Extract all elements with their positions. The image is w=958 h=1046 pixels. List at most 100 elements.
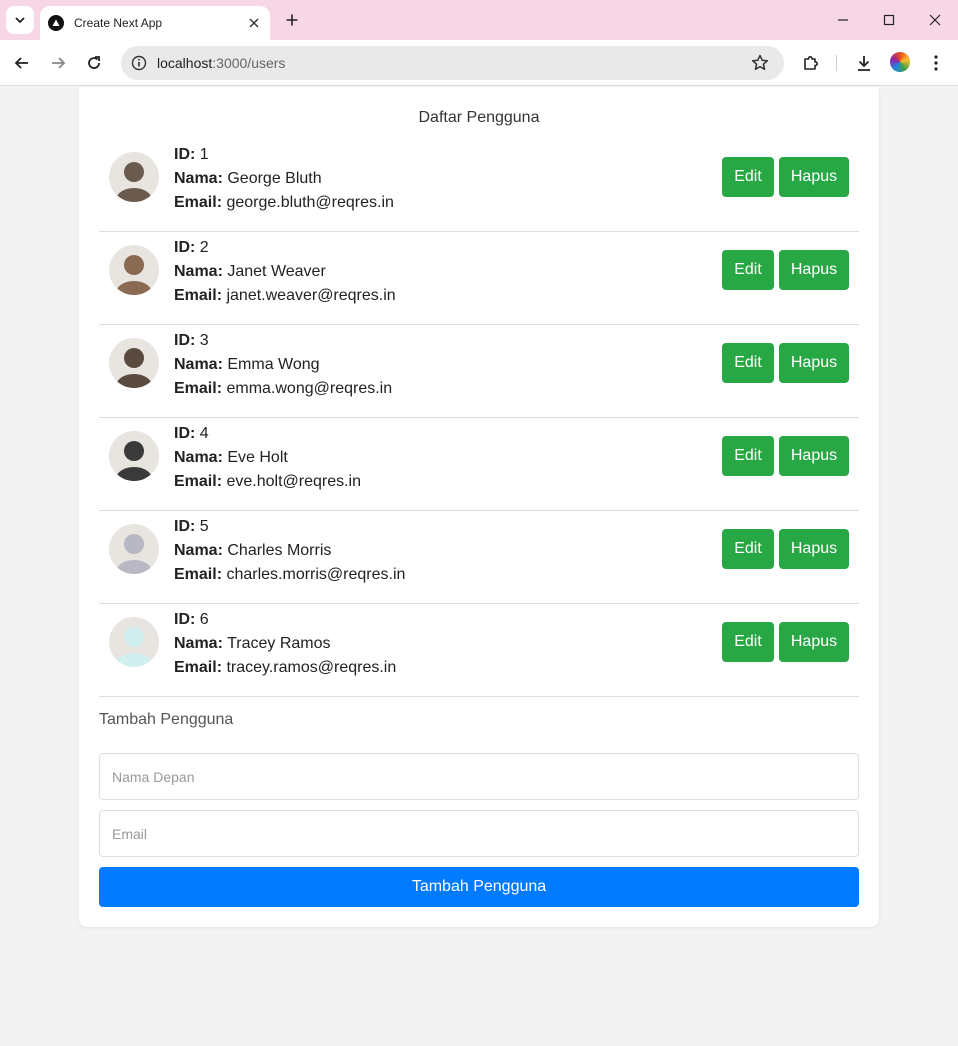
delete-user-button[interactable]: Hapus — [779, 157, 849, 197]
back-button[interactable] — [8, 49, 36, 77]
user-id-line: ID: 2 — [174, 236, 396, 260]
new-tab-button[interactable] — [280, 8, 304, 32]
user-info: ID: 5 Nama: Charles Morris Email: charle… — [174, 515, 405, 587]
edit-user-button[interactable]: Edit — [722, 250, 774, 290]
user-row: ID: 1 Nama: George Bluth Email: george.b… — [99, 139, 859, 232]
edit-user-button[interactable]: Edit — [722, 529, 774, 569]
user-list: ID: 1 Nama: George Bluth Email: george.b… — [99, 139, 859, 697]
first-name-input[interactable] — [99, 753, 859, 800]
email-label: Email: — [174, 659, 223, 676]
downloads-button[interactable] — [850, 49, 878, 77]
user-name-line: Nama: Eve Holt — [174, 446, 361, 470]
edit-user-button[interactable]: Edit — [722, 436, 774, 476]
name-label: Nama: — [174, 449, 223, 466]
maximize-button[interactable] — [875, 6, 903, 34]
nextjs-favicon-icon — [48, 15, 64, 31]
url-text: localhost:3000/users — [157, 55, 285, 71]
forward-button[interactable] — [44, 49, 72, 77]
user-avatar — [109, 617, 159, 667]
close-window-button[interactable] — [921, 6, 949, 34]
arrow-right-icon — [52, 57, 66, 69]
user-row: ID: 5 Nama: Charles Morris Email: charle… — [99, 511, 859, 604]
minimize-button[interactable] — [829, 6, 857, 34]
browser-menu-button[interactable] — [922, 49, 950, 77]
bookmark-star-icon[interactable] — [750, 53, 770, 73]
user-id-line: ID: 4 — [174, 422, 361, 446]
user-row: ID: 6 Nama: Tracey Ramos Email: tracey.r… — [99, 604, 859, 697]
user-id: 4 — [199, 425, 209, 442]
user-email: george.bluth@reqres.in — [226, 194, 394, 211]
minimize-icon — [838, 19, 848, 21]
user-email-line: Email: janet.weaver@reqres.in — [174, 284, 396, 308]
download-icon — [858, 56, 870, 71]
user-email-line: Email: eve.holt@reqres.in — [174, 470, 361, 494]
user-id: 6 — [199, 611, 209, 628]
toolbar-divider — [836, 55, 837, 71]
user-row: ID: 2 Nama: Janet Weaver Email: janet.we… — [99, 232, 859, 325]
id-label: ID: — [174, 425, 196, 442]
profile-avatar[interactable] — [890, 52, 910, 72]
name-label: Nama: — [174, 356, 223, 373]
plus-icon — [286, 14, 298, 26]
extensions-button[interactable] — [797, 49, 825, 77]
user-avatar — [109, 152, 159, 202]
user-name: Tracey Ramos — [227, 635, 331, 652]
user-id: 2 — [199, 239, 209, 256]
name-label: Nama: — [174, 170, 223, 187]
user-id: 3 — [199, 332, 209, 349]
tab-close-button[interactable] — [242, 11, 266, 35]
edit-user-button[interactable]: Edit — [722, 343, 774, 383]
puzzle-icon — [804, 56, 818, 70]
user-name: Charles Morris — [227, 542, 332, 559]
user-avatar — [109, 245, 159, 295]
reload-button[interactable] — [80, 49, 108, 77]
user-id-line: ID: 3 — [174, 329, 392, 353]
browser-toolbar: localhost:3000/users — [0, 40, 958, 86]
edit-user-button[interactable]: Edit — [722, 157, 774, 197]
email-label: Email: — [174, 194, 223, 211]
user-email-line: Email: george.bluth@reqres.in — [174, 191, 394, 215]
user-name: Eve Holt — [227, 449, 288, 466]
reload-icon — [88, 56, 100, 69]
delete-user-button[interactable]: Hapus — [779, 622, 849, 662]
user-email-line: Email: tracey.ramos@reqres.in — [174, 656, 396, 680]
browser-titlebar: Create Next App — [0, 0, 958, 40]
user-row: ID: 3 Nama: Emma Wong Email: emma.wong@r… — [99, 325, 859, 418]
user-avatar — [109, 431, 159, 481]
edit-user-button[interactable]: Edit — [722, 622, 774, 662]
email-label: Email: — [174, 566, 223, 583]
user-name: Emma Wong — [227, 356, 320, 373]
user-email-line: Email: emma.wong@reqres.in — [174, 377, 392, 401]
tab-search-button[interactable] — [6, 6, 34, 34]
delete-user-button[interactable]: Hapus — [779, 250, 849, 290]
user-id-line: ID: 6 — [174, 608, 396, 632]
tab-title: Create Next App — [74, 16, 163, 30]
chevron-down-icon — [15, 17, 25, 24]
user-avatar — [109, 338, 159, 388]
delete-user-button[interactable]: Hapus — [779, 529, 849, 569]
delete-user-button[interactable]: Hapus — [779, 343, 849, 383]
add-user-button[interactable]: Tambah Pengguna — [99, 867, 859, 907]
delete-user-button[interactable]: Hapus — [779, 436, 849, 476]
id-label: ID: — [174, 239, 196, 256]
user-email: charles.morris@reqres.in — [226, 566, 406, 583]
site-info-icon[interactable] — [129, 53, 149, 73]
user-info: ID: 6 Nama: Tracey Ramos Email: tracey.r… — [174, 608, 396, 680]
id-label: ID: — [174, 518, 196, 535]
user-name-line: Nama: Janet Weaver — [174, 260, 396, 284]
email-input[interactable] — [99, 810, 859, 857]
user-id: 5 — [199, 518, 209, 535]
user-name-line: Nama: Charles Morris — [174, 539, 405, 563]
browser-tab[interactable]: Create Next App — [40, 6, 270, 40]
address-bar[interactable]: localhost:3000/users — [121, 46, 784, 80]
add-user-title: Tambah Pengguna — [99, 711, 234, 728]
more-vertical-icon — [934, 55, 938, 71]
user-name-line: Nama: Tracey Ramos — [174, 632, 396, 656]
user-id-line: ID: 1 — [174, 143, 394, 167]
user-email: janet.weaver@reqres.in — [226, 287, 396, 304]
id-label: ID: — [174, 332, 196, 349]
page-title: Daftar Pengguna — [418, 109, 540, 126]
user-info: ID: 2 Nama: Janet Weaver Email: janet.we… — [174, 236, 396, 308]
user-info: ID: 3 Nama: Emma Wong Email: emma.wong@r… — [174, 329, 392, 401]
close-icon — [249, 18, 259, 28]
